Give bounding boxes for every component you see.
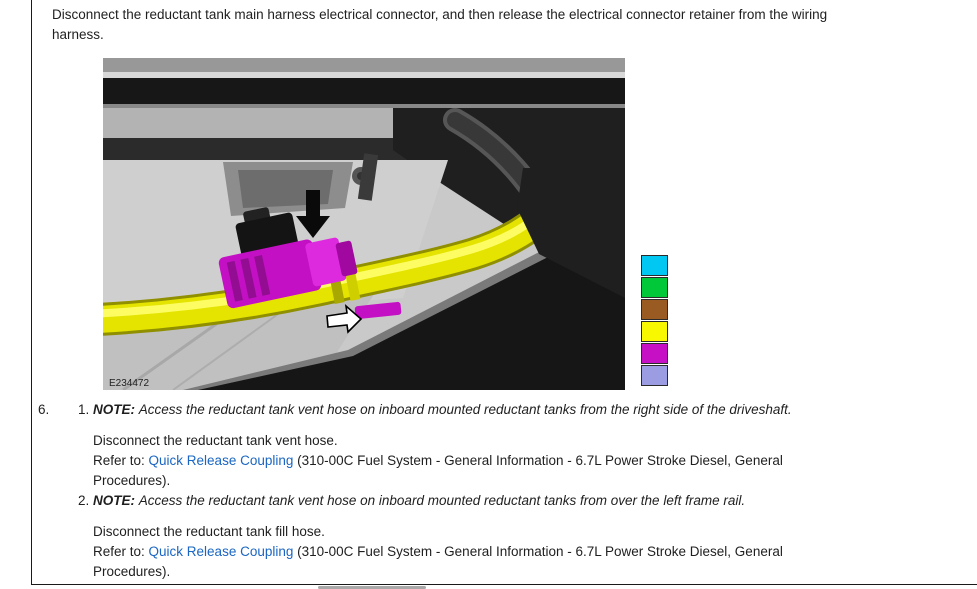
note-label: NOTE: [93, 493, 135, 508]
substep-list: 1.NOTE: Access the reductant tank vent h… [78, 400, 938, 582]
substep-number: 2. [78, 491, 93, 511]
refer-prefix: Refer to: [93, 544, 149, 559]
color-legend [641, 255, 668, 387]
refer-paragraph: Refer to: Quick Release Coupling (310-00… [93, 542, 803, 582]
refer-prefix: Refer to: [93, 453, 149, 468]
legend-swatch-purple [641, 365, 668, 386]
legend-swatch-cyan [641, 255, 668, 276]
intro-paragraph: Disconnect the reductant tank main harne… [52, 5, 880, 45]
legend-swatch-brown [641, 299, 668, 320]
refer-paragraph: Refer to: Quick Release Coupling (310-00… [93, 451, 803, 491]
note-line: 1.NOTE: Access the reductant tank vent h… [78, 400, 938, 420]
legend-swatch-green [641, 277, 668, 298]
figure: E234472 [103, 58, 625, 390]
note-label: NOTE: [93, 402, 135, 417]
substep-2: 2.NOTE: Access the reductant tank vent h… [78, 491, 938, 582]
note-line: 2.NOTE: Access the reductant tank vent h… [78, 491, 938, 511]
legend-swatch-magenta [641, 343, 668, 364]
figure-illustration: E234472 [103, 58, 625, 390]
note-text: Access the reductant tank vent hose on i… [139, 402, 792, 417]
step-6: 6. 1.NOTE: Access the reductant tank ven… [38, 400, 938, 582]
action-text: Disconnect the reductant tank fill hose. [93, 522, 803, 542]
left-border-rule [31, 0, 32, 585]
manual-page: Disconnect the reductant tank main harne… [0, 0, 977, 589]
note-text: Access the reductant tank vent hose on i… [139, 493, 745, 508]
quick-release-coupling-link[interactable]: Quick Release Coupling [149, 544, 294, 559]
figure-label: E234472 [109, 378, 149, 389]
bottom-border-rule [31, 584, 977, 585]
substep-number: 1. [78, 400, 93, 420]
quick-release-coupling-link[interactable]: Quick Release Coupling [149, 453, 294, 468]
action-text: Disconnect the reductant tank vent hose. [93, 431, 803, 451]
substep-1: 1.NOTE: Access the reductant tank vent h… [78, 400, 938, 491]
step-number: 6. [38, 400, 78, 582]
legend-swatch-yellow [641, 321, 668, 342]
